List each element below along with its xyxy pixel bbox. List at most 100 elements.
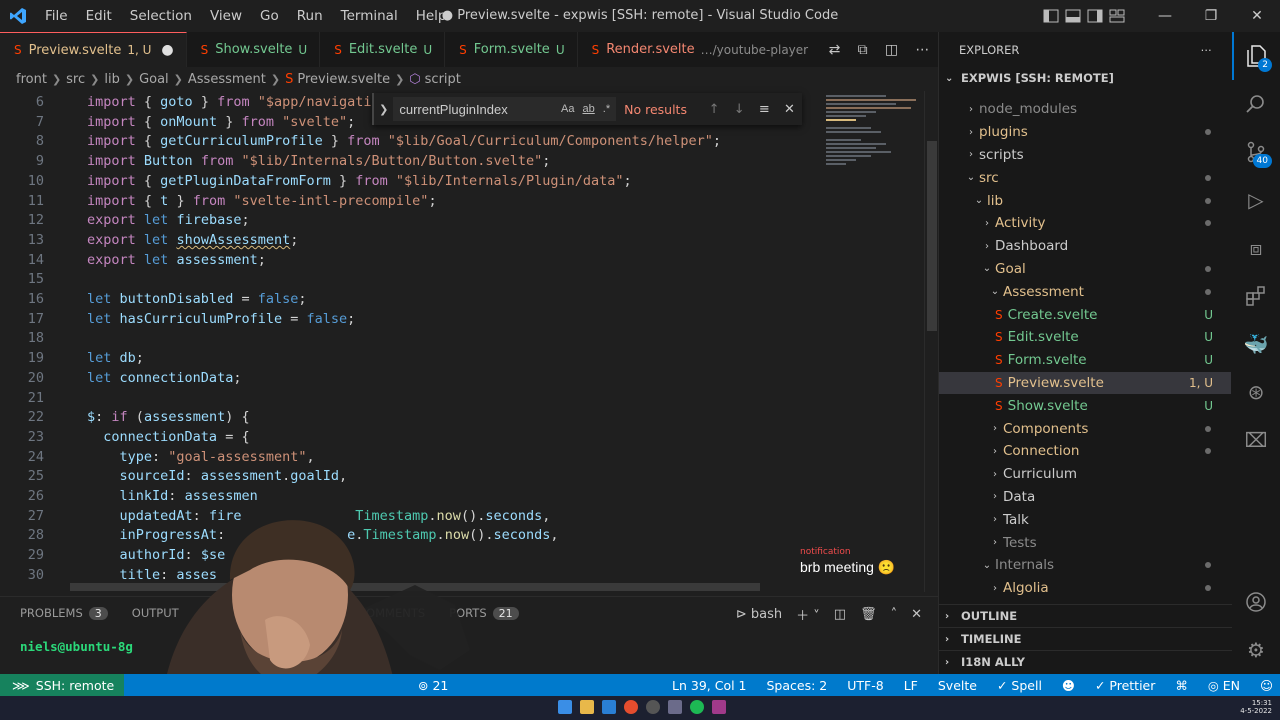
spell-check[interactable]: ✓ Spell [997, 678, 1042, 693]
tab-form-svelte[interactable]: S Form.svelte U [445, 32, 578, 67]
open-preview-icon[interactable]: ⧉ [858, 42, 868, 58]
tree-item[interactable]: › Dashboard [939, 235, 1231, 258]
next-match-icon[interactable]: ↓ [727, 102, 752, 117]
tree-item[interactable]: › Tests [939, 531, 1231, 554]
terminal-shell[interactable]: ⊳ bash [736, 607, 782, 622]
trash-icon[interactable]: 🗑 [860, 607, 877, 622]
chrome-icon[interactable] [624, 700, 638, 714]
settings-gear-icon[interactable]: ⚙ [1232, 626, 1280, 674]
find-input[interactable]: currentPluginIndex Aa ab .* [393, 97, 617, 121]
tree-item[interactable]: ⌄ Goal [939, 258, 1231, 281]
minimize-icon[interactable]: — [1142, 0, 1188, 32]
match-case-icon[interactable]: Aa [561, 103, 574, 115]
previous-match-icon[interactable]: ↑ [701, 102, 726, 117]
code-editor[interactable]: 6 import { goto } from "$app/navigatio 7i… [0, 91, 820, 592]
menu-help[interactable]: Help [407, 0, 456, 32]
tree-item[interactable]: › Curriculum [939, 463, 1231, 486]
app-icon[interactable] [668, 700, 682, 714]
horizontal-scrollbar[interactable] [70, 583, 760, 591]
cursor-position[interactable]: Ln 39, Col 1 [672, 678, 747, 693]
gitlens-icon[interactable]: ⊛ [1232, 368, 1280, 416]
menu-edit[interactable]: Edit [77, 0, 121, 32]
tree-item[interactable]: S Preview.svelte 1, U [939, 371, 1231, 395]
i18n-icon[interactable]: ⌧ [1232, 416, 1280, 464]
tab-terminal[interactable]: TERMINAL [202, 606, 262, 621]
toggle-replace-icon[interactable]: ❯ [374, 103, 393, 116]
minimap[interactable] [822, 91, 924, 592]
terminal-prompt[interactable]: niels@ubuntu-8g [20, 639, 133, 654]
locale-status[interactable]: ◎ EN [1208, 678, 1240, 693]
windows-start-icon[interactable] [558, 700, 572, 714]
language-mode[interactable]: Svelte [938, 678, 977, 693]
tree-item[interactable]: S Edit.svelte U [939, 326, 1231, 349]
customize-layout-icon[interactable] [1106, 0, 1128, 32]
breadcrumb-symbol[interactable]: ⬡ script [409, 72, 461, 87]
tree-item[interactable]: ⌄ lib [939, 189, 1231, 212]
file-explorer-icon[interactable] [580, 700, 594, 714]
tab-ports[interactable]: PORTS 21 [449, 606, 519, 620]
source-control-icon[interactable]: 40 [1232, 128, 1280, 176]
tree-item[interactable]: › Connection [939, 440, 1231, 463]
app-icon[interactable] [712, 700, 726, 714]
copilot-icon[interactable]: ☻ [1062, 678, 1075, 693]
prettier-status[interactable]: ✓ Prettier [1095, 678, 1155, 693]
encoding[interactable]: UTF-8 [847, 678, 883, 693]
tab-show-svelte[interactable]: S Show.svelte U [187, 32, 321, 67]
split-editor-icon[interactable]: ◫ [885, 42, 898, 58]
tree-item[interactable]: S Form.svelte U [939, 349, 1231, 372]
tree-item[interactable]: ⌄ Internals [939, 554, 1231, 577]
menu-run[interactable]: Run [288, 0, 332, 32]
tree-item[interactable]: ⌄ src [939, 166, 1231, 189]
vscode-taskbar-icon[interactable] [602, 700, 616, 714]
tree-item[interactable]: › scripts [939, 144, 1231, 167]
more-actions-icon[interactable]: ⋯ [915, 42, 929, 58]
tree-item[interactable]: S Show.svelte U [939, 394, 1231, 417]
toggle-panel-icon[interactable] [1062, 0, 1084, 32]
run-debug-icon[interactable]: ▷ [1232, 176, 1280, 224]
find-in-selection-icon[interactable]: ≡ [752, 102, 777, 117]
workspace-root[interactable]: ⌄ EXPWIS [SSH: REMOTE] [939, 67, 1232, 89]
unsaved-dot-icon[interactable]: ● [161, 42, 173, 58]
split-terminal-icon[interactable]: ◫ [834, 607, 846, 622]
close-find-icon[interactable]: ✕ [777, 102, 802, 117]
ports-status[interactable]: ⊚ 21 [418, 678, 448, 693]
feedback-icon[interactable]: ☺ [1260, 678, 1273, 693]
breadcrumb-assessment[interactable]: Assessment [188, 72, 266, 87]
menu-view[interactable]: View [201, 0, 251, 32]
match-whole-word-icon[interactable]: ab [583, 103, 595, 115]
tab-gitlens[interactable]: GITLENS [285, 606, 334, 620]
indentation[interactable]: Spaces: 2 [767, 678, 828, 693]
search-icon[interactable] [1232, 80, 1280, 128]
breadcrumb-goal[interactable]: Goal [139, 72, 169, 87]
close-window-icon[interactable]: ✕ [1234, 0, 1280, 32]
new-terminal-icon[interactable]: ＋ ˅ [796, 605, 820, 624]
tree-item[interactable]: › plugins [939, 121, 1231, 144]
app-icon[interactable] [646, 700, 660, 714]
tab-output[interactable]: OUTPUT [132, 606, 179, 620]
extensions-icon[interactable] [1232, 272, 1280, 320]
remote-indicator[interactable]: ⋙ SSH: remote [0, 674, 125, 696]
tree-item[interactable]: › node_modules [939, 98, 1231, 121]
menu-selection[interactable]: Selection [121, 0, 201, 32]
more-actions-icon[interactable]: ⋯ [1201, 43, 1213, 57]
restore-icon[interactable]: ❐ [1188, 0, 1234, 32]
menu-go[interactable]: Go [251, 0, 288, 32]
tab-render-svelte[interactable]: S Render.svelte …/youtube-player [578, 32, 821, 67]
tree-item[interactable]: ⌄ Assessment [939, 280, 1231, 303]
tree-item[interactable]: › Data [939, 486, 1231, 509]
close-panel-icon[interactable]: ✕ [911, 607, 922, 622]
tree-item[interactable]: › Components [939, 417, 1231, 440]
maximize-panel-icon[interactable]: ˄ [891, 607, 898, 622]
tree-item[interactable]: S Create.svelte U [939, 303, 1231, 326]
editor-scrollbar[interactable] [924, 91, 938, 592]
remote-explorer-icon[interactable]: ⧈ [1232, 224, 1280, 272]
breadcrumb-lib[interactable]: lib [104, 72, 119, 87]
outline-section[interactable]: › OUTLINE [939, 604, 1233, 627]
tree-item[interactable]: › Talk [939, 508, 1231, 531]
docker-icon[interactable]: 🐳 [1232, 320, 1280, 368]
tree-item[interactable]: › Activity [939, 212, 1231, 235]
timeline-section[interactable]: › TIMELINE [939, 627, 1233, 650]
tab-comments[interactable]: COMMENTS [358, 606, 425, 620]
tab-edit-svelte[interactable]: S Edit.svelte U [320, 32, 446, 67]
toggle-primary-sidebar-icon[interactable] [1040, 0, 1062, 32]
